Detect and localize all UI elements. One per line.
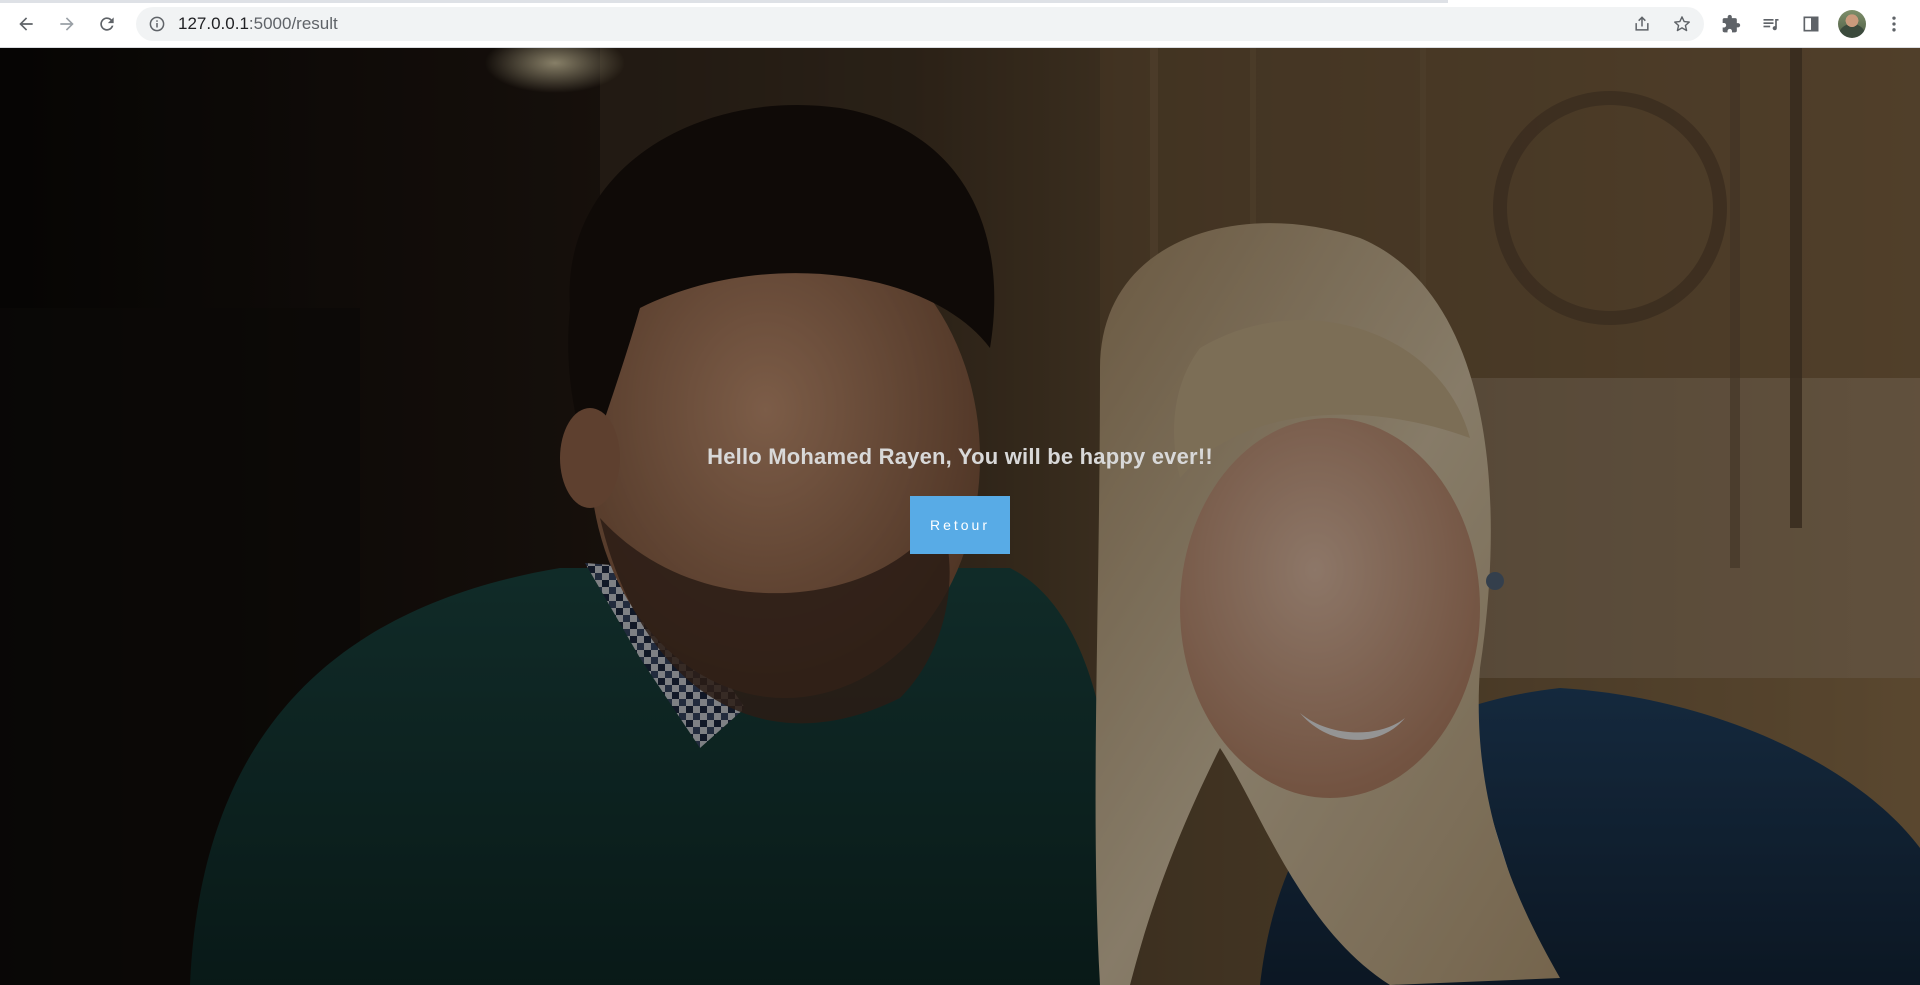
- retour-button[interactable]: Retour: [910, 496, 1010, 554]
- star-icon: [1674, 16, 1690, 32]
- side-panel-button[interactable]: [1797, 10, 1825, 38]
- url-text[interactable]: 127.0.0.1:5000/result: [178, 7, 338, 41]
- browser-toolbar: 127.0.0.1:5000/result: [0, 0, 1920, 48]
- url-path: :5000/result: [248, 14, 338, 33]
- reload-button[interactable]: [91, 8, 123, 40]
- back-button[interactable]: [10, 8, 42, 40]
- extensions-button[interactable]: [1717, 10, 1745, 38]
- url-host: 127.0.0.1: [178, 14, 249, 33]
- forward-button[interactable]: [51, 8, 83, 40]
- info-icon[interactable]: [149, 16, 165, 32]
- side-panel-icon: [1803, 16, 1819, 32]
- tab-strip-edge: [0, 0, 1448, 3]
- result-page: Hello Mohamed Rayen, You will be happy e…: [0, 48, 1920, 985]
- arrow-left-icon: [19, 17, 33, 31]
- share-button[interactable]: [1630, 12, 1654, 36]
- address-bar[interactable]: 127.0.0.1:5000/result: [136, 7, 1704, 41]
- arrow-right-icon: [60, 17, 74, 31]
- media-control-icon: [1763, 19, 1779, 31]
- result-content: Hello Mohamed Rayen, You will be happy e…: [0, 48, 1920, 985]
- profile-avatar[interactable]: [1838, 10, 1866, 38]
- puzzle-icon: [1722, 14, 1741, 33]
- share-icon: [1635, 16, 1649, 31]
- kebab-menu-icon: [1892, 16, 1896, 32]
- reload-icon: [100, 17, 114, 31]
- greeting-message: Hello Mohamed Rayen, You will be happy e…: [707, 444, 1213, 469]
- bookmark-button[interactable]: [1670, 12, 1694, 36]
- media-control-button[interactable]: [1757, 10, 1785, 38]
- menu-button[interactable]: [1880, 10, 1908, 38]
